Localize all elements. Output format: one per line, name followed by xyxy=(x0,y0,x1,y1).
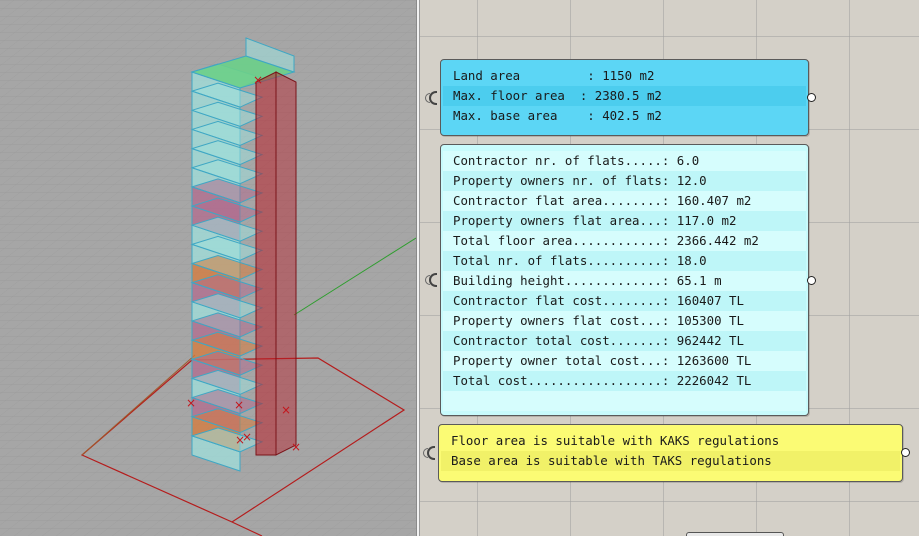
panel-output-grip[interactable] xyxy=(807,93,816,102)
contractor-flat-cost-line: Contractor flat cost........: 160407 TL xyxy=(443,291,806,311)
taks-check-line: Base area is suitable with TAKS regulati… xyxy=(441,451,900,471)
3d-viewport[interactable]: × × × × × × × xyxy=(0,0,416,536)
total-flats-line: Total nr. of flats..........: 18.0 xyxy=(443,251,806,271)
owners-flats-line: Property owners nr. of flats: 12.0 xyxy=(443,171,806,191)
building-model-view[interactable]: × × ××××× xyxy=(0,0,416,536)
partial-component[interactable] xyxy=(686,532,784,536)
core-side xyxy=(275,71,297,456)
panel-input-grip[interactable] xyxy=(425,273,437,287)
point-marker: × xyxy=(234,398,244,412)
total-floor-area-line: Total floor area............: 2366.442 m… xyxy=(443,231,806,251)
contractor-flat-area-line: Contractor flat area........: 160.407 m2 xyxy=(443,191,806,211)
area-limits-panel[interactable]: Land area : 1150 m2 Max. floor area : 23… xyxy=(425,59,816,136)
contractor-total-cost-line: Contractor total cost.......: 962442 TL xyxy=(443,331,806,351)
panel-input-grip[interactable] xyxy=(423,446,435,460)
point-marker: × xyxy=(253,73,263,87)
panel-input-grip[interactable] xyxy=(425,91,437,105)
building-stats-panel[interactable]: Contractor nr. of flats.....: 6.0 Proper… xyxy=(425,144,816,416)
point-marker: × xyxy=(186,396,196,410)
owners-flat-area-line: Property owners flat area...: 117.0 m2 xyxy=(443,211,806,231)
point-marker: × xyxy=(242,430,252,444)
building-height-line: Building height.............: 65.1 m xyxy=(443,271,806,291)
regulations-panel[interactable]: Floor area is suitable with KAKS regulat… xyxy=(423,424,910,482)
owners-flat-cost-line: Property owners flat cost...: 105300 TL xyxy=(443,311,806,331)
contractor-flats-line: Contractor nr. of flats.....: 6.0 xyxy=(443,151,806,171)
land-area-line: Land area : 1150 m2 xyxy=(453,68,655,83)
owner-total-cost-line: Property owner total cost...: 1263600 TL xyxy=(443,351,806,371)
grasshopper-canvas[interactable]: Land area : 1150 m2 Max. floor area : 23… xyxy=(420,0,919,536)
panel-output-grip[interactable] xyxy=(807,276,816,285)
max-base-area-line: Max. base area : 402.5 m2 xyxy=(453,108,662,123)
point-marker: × xyxy=(281,403,291,417)
total-cost-line: Total cost..................: 2226042 TL xyxy=(443,371,806,391)
core-front xyxy=(255,71,277,456)
panel-output-grip[interactable] xyxy=(901,448,910,457)
kaks-check-line: Floor area is suitable with KAKS regulat… xyxy=(451,433,780,448)
building-core xyxy=(255,71,297,456)
empty-line xyxy=(443,391,806,411)
point-marker: × xyxy=(291,440,301,454)
max-floor-area-line: Max. floor area : 2380.5 m2 xyxy=(443,86,806,106)
